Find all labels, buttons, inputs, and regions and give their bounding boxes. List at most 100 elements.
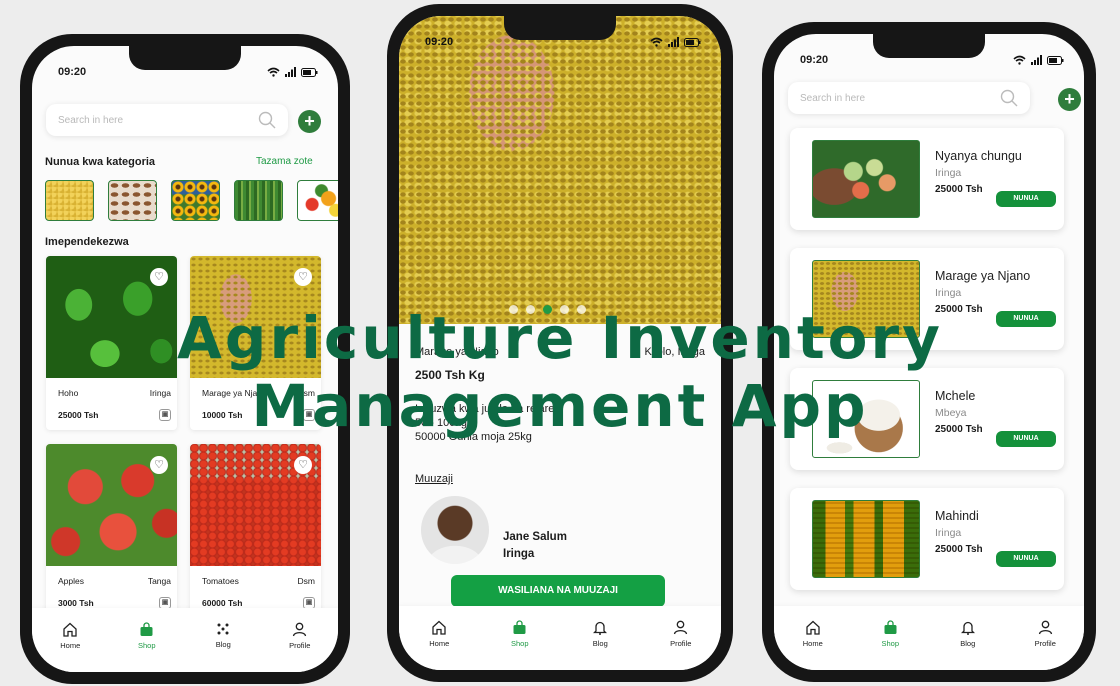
product-price: 60000 Tsh — [202, 598, 243, 608]
favorite-heart-icon[interactable]: ♡ — [150, 268, 168, 286]
tab-profile[interactable]: Profile — [275, 622, 325, 650]
category-maize[interactable] — [45, 180, 94, 221]
category-list — [45, 180, 338, 221]
seller-heading: Muuzaji — [415, 473, 453, 485]
item-image-beans — [812, 260, 920, 338]
product-card[interactable]: ♡ Marage ya Njano Dsm 10000 Tsh ▣ — [190, 256, 321, 430]
product-location: Tanga — [147, 576, 171, 586]
notch — [129, 46, 241, 70]
product-price: 3000 Tsh — [58, 598, 94, 608]
battery-icon — [684, 37, 701, 47]
product-card[interactable]: ♡ Hoho Iringa 25000 Tsh ▣ — [46, 256, 177, 430]
search-bar[interactable] — [788, 82, 1030, 114]
tab-shop-label: Shop — [510, 639, 529, 648]
buy-button[interactable]: NUNUA — [996, 551, 1056, 567]
product-location: Iringa — [149, 388, 171, 398]
tab-home-label: Home — [802, 639, 823, 648]
notch — [873, 34, 985, 58]
category-sunflower[interactable] — [171, 180, 220, 221]
carousel-dot[interactable] — [509, 305, 518, 314]
phone-list-screen: 09:20 + Nyanya chungu Iringa 25000 Tsh N… — [762, 22, 1096, 682]
item-location: Iringa — [935, 167, 962, 179]
category-fruits[interactable] — [297, 180, 338, 221]
carousel-dot[interactable] — [560, 305, 569, 314]
item-name: Marage ya Njano — [935, 269, 1031, 283]
wifi-icon — [267, 67, 280, 77]
buy-button[interactable]: NUNUA — [996, 431, 1056, 447]
buy-button[interactable]: NUNUA — [996, 191, 1056, 207]
search-input[interactable] — [58, 114, 258, 126]
add-to-cart-icon[interactable]: ▣ — [303, 409, 315, 421]
seller-location: Iringa — [503, 548, 535, 560]
tab-blog[interactable]: Blog — [575, 620, 625, 648]
search-bar[interactable] — [46, 104, 288, 136]
contact-seller-button[interactable]: WASILIANA NA MUUZAJI — [451, 575, 665, 607]
product-image-peppers: ♡ — [46, 256, 177, 378]
category-millet[interactable] — [234, 180, 283, 221]
category-cashew[interactable] — [108, 180, 157, 221]
home-screen: 09:20 + Nunua kwa kategoria Tazama zote … — [32, 46, 338, 672]
carousel-dot[interactable] — [526, 305, 535, 314]
search-icon[interactable] — [1000, 89, 1018, 107]
tab-blog-label: Blog — [960, 639, 976, 648]
item-name: Mahindi — [935, 509, 979, 523]
carousel-dots — [509, 305, 586, 314]
description-line: 50000 Gunia moja 25kg — [415, 431, 532, 443]
list-item[interactable]: Marage ya Njano Iringa 25000 Tsh NUNUA — [790, 248, 1064, 350]
search-input[interactable] — [800, 92, 1000, 104]
tab-shop[interactable]: Shop — [495, 620, 545, 648]
detail-product-name: Marage ya Njano — [415, 346, 499, 358]
tab-home[interactable]: Home — [414, 620, 464, 648]
description-line: 50 - 100kg — [415, 417, 467, 429]
tab-shop[interactable]: Shop — [122, 622, 172, 650]
tab-profile-label: Profile — [289, 641, 311, 650]
favorite-heart-icon[interactable]: ♡ — [294, 456, 312, 474]
tab-home[interactable]: Home — [788, 620, 838, 648]
tab-shop-label: Shop — [881, 639, 900, 648]
list-item[interactable]: Mahindi Iringa 25000 Tsh NUNUA — [790, 488, 1064, 590]
favorite-heart-icon[interactable]: ♡ — [294, 268, 312, 286]
list-item[interactable]: Nyanya chungu Iringa 25000 Tsh NUNUA — [790, 128, 1064, 230]
seller-avatar — [421, 496, 489, 564]
tab-blog[interactable]: Blog — [198, 622, 248, 649]
status-time: 09:20 — [58, 66, 87, 78]
add-button[interactable]: + — [298, 110, 321, 133]
phone-detail-screen: 09:20 Marage ya Njano Kilolo, Iringa 250… — [387, 4, 733, 682]
wifi-icon — [650, 37, 663, 47]
product-price: 25000 Tsh — [58, 410, 99, 420]
item-image-garden-eggs — [812, 140, 920, 218]
item-name: Nyanya chungu — [935, 149, 1022, 163]
bottom-tab-bar: Home Shop Blog Profile — [774, 606, 1084, 670]
product-location: Dsm — [297, 576, 315, 586]
shop-icon — [884, 620, 897, 634]
tab-profile[interactable]: Profile — [656, 620, 706, 648]
add-to-cart-icon[interactable]: ▣ — [159, 409, 171, 421]
tab-blog[interactable]: Blog — [943, 620, 993, 648]
add-button[interactable]: + — [1058, 88, 1081, 111]
item-price: 25000 Tsh — [935, 424, 983, 435]
see-all-link[interactable]: Tazama zote — [256, 156, 313, 167]
tab-profile-label: Profile — [1034, 639, 1056, 648]
favorite-heart-icon[interactable]: ♡ — [150, 456, 168, 474]
item-price: 25000 Tsh — [935, 184, 983, 195]
item-image-rice — [812, 380, 920, 458]
product-image-beans: ♡ — [190, 256, 321, 378]
carousel-dot[interactable] — [577, 305, 586, 314]
profile-icon — [674, 620, 688, 635]
tab-shop[interactable]: Shop — [865, 620, 915, 648]
signal-icon — [1031, 55, 1042, 65]
battery-icon — [301, 67, 318, 77]
tab-home[interactable]: Home — [45, 622, 95, 650]
bottom-tab-bar: Home Shop Blog Profile — [399, 606, 721, 670]
product-card[interactable]: ♡ Tomatoes Dsm 60000 Tsh ▣ — [190, 444, 321, 618]
recommended-heading: Imependekezwa — [45, 236, 129, 248]
status-time: 09:20 — [800, 54, 829, 66]
tab-profile[interactable]: Profile — [1020, 620, 1070, 648]
carousel-dot[interactable] — [543, 305, 552, 314]
shop-icon — [140, 622, 153, 636]
product-name: Hoho — [58, 388, 79, 398]
search-icon[interactable] — [258, 111, 276, 129]
list-item[interactable]: Mchele Mbeya 25000 Tsh NUNUA — [790, 368, 1064, 470]
buy-button[interactable]: NUNUA — [996, 311, 1056, 327]
product-card[interactable]: ♡ Apples Tanga 3000 Tsh ▣ — [46, 444, 177, 618]
